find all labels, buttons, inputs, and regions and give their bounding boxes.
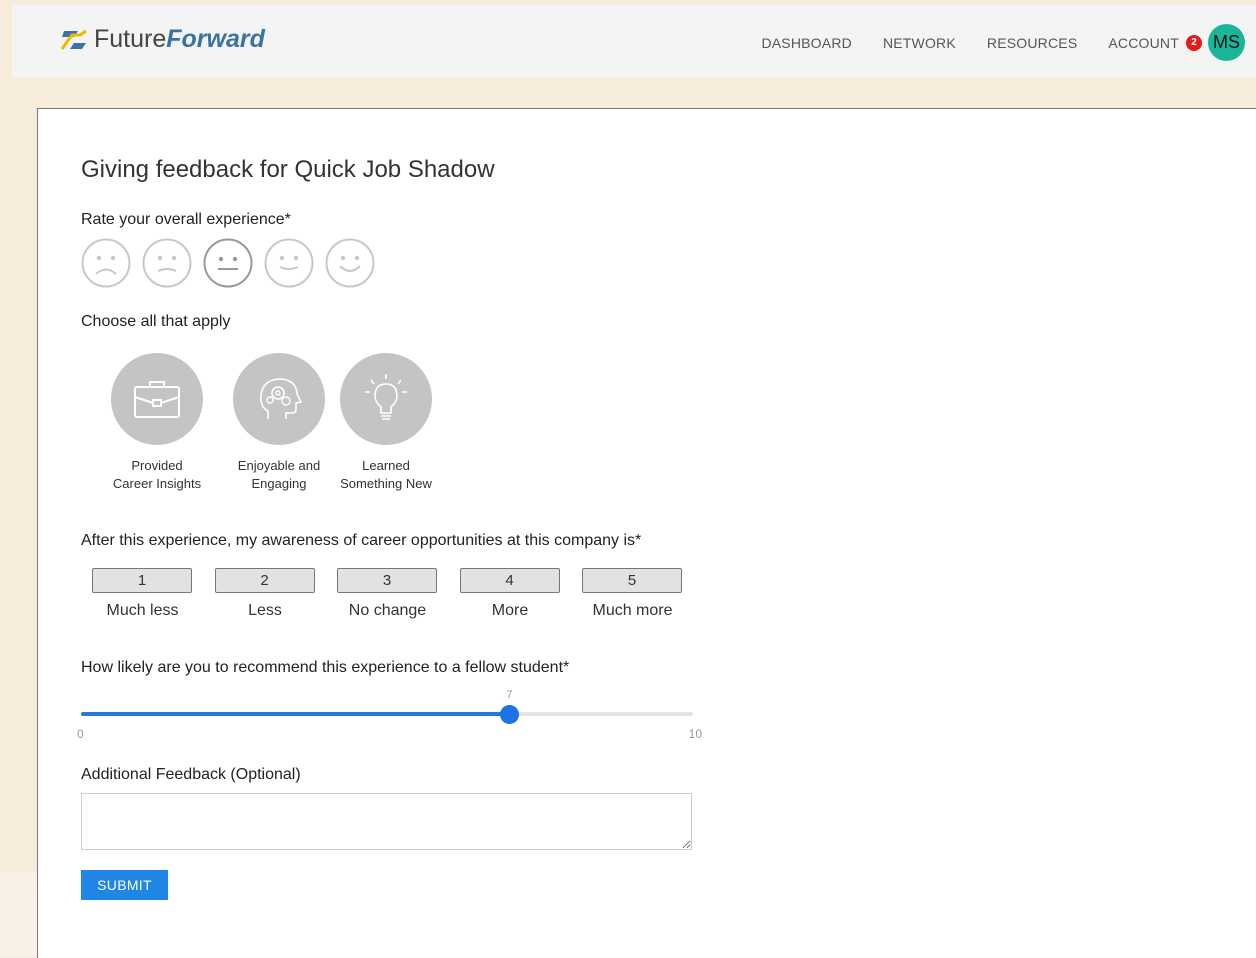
notification-badge[interactable]: 2 [1186, 34, 1202, 51]
slider-max-label: 10 [688, 727, 702, 741]
recommend-label: How likely are you to recommend this exp… [81, 659, 570, 676]
option-label-line2: Something New [340, 476, 432, 491]
option-label-line1: Provided [131, 458, 183, 473]
option-circle[interactable] [233, 353, 325, 445]
additional-feedback-label: Additional Feedback (Optional) [81, 766, 301, 783]
brand-logo[interactable]: Future Forward [60, 25, 265, 54]
option-circle[interactable] [340, 353, 432, 445]
rating-faces [81, 238, 386, 288]
background-edge-glyph [0, 75, 14, 115]
scale-item: 2 Less [214, 568, 316, 620]
option-enjoyable-engaging[interactable]: Enjoyable and Engaging [218, 353, 340, 493]
option-career-insights[interactable]: Provided Career Insights [96, 353, 218, 493]
additional-feedback-input[interactable] [81, 793, 692, 850]
lightbulb-icon [365, 374, 407, 420]
scale-caption: More [491, 602, 529, 619]
avatar[interactable]: MS [1208, 24, 1245, 61]
scale-button-1[interactable]: 1 [92, 568, 192, 593]
scale-button-5[interactable]: 5 [582, 568, 682, 593]
rating-label: Rate your overall experience* [81, 211, 291, 228]
option-label: Learned Something New [325, 457, 447, 493]
happy-face-icon[interactable] [325, 238, 375, 288]
option-circle[interactable] [111, 353, 203, 445]
option-label-line1: Learned [362, 458, 410, 473]
main-nav: DASHBOARD NETWORK RESOURCES ACCOUNT 2 MS [730, 24, 1245, 61]
feedback-form-panel: Giving feedback for Quick Job Shadow Rat… [37, 108, 1256, 958]
brand-name-part1: Future [94, 25, 167, 53]
scale-caption: Much more [592, 602, 673, 619]
awareness-label: After this experience, my awareness of c… [81, 532, 642, 549]
head-gears-icon [260, 378, 302, 419]
page-title: Giving feedback for Quick Job Shadow [81, 156, 495, 183]
scale-item: 4 More [459, 568, 561, 620]
awareness-scale: 1 Much less 2 Less 3 No change 4 More 5 … [92, 568, 705, 620]
nav-dashboard[interactable]: DASHBOARD [761, 35, 851, 51]
nav-account[interactable]: ACCOUNT [1108, 35, 1179, 51]
scale-item: 1 Much less [92, 568, 193, 620]
choose-label: Choose all that apply [81, 313, 231, 330]
scale-caption: No change [348, 602, 427, 619]
slider-fill [81, 712, 510, 716]
background-edge-panel [0, 872, 38, 957]
slider-thumb[interactable] [500, 705, 520, 724]
sad-face-icon[interactable] [142, 238, 192, 288]
scale-caption: Less [248, 602, 282, 619]
briefcase-icon [134, 381, 180, 418]
scale-button-4[interactable]: 4 [459, 568, 560, 593]
recommend-slider[interactable]: 7 0 10 [77, 689, 702, 742]
smile-face-icon[interactable] [264, 238, 314, 288]
nav-network[interactable]: NETWORK [883, 35, 956, 51]
top-nav-bar: Future Forward DASHBOARD NETWORK RESOURCE… [12, 5, 1256, 78]
slider-value-label: 7 [506, 689, 513, 701]
option-label: Enjoyable and Engaging [218, 457, 340, 493]
future-forward-logo-icon [60, 29, 87, 50]
option-label-line2: Career Insights [112, 476, 202, 491]
scale-item: 3 No change [337, 568, 438, 620]
neutral-face-icon[interactable] [203, 238, 253, 288]
brand-name-part2: Forward [166, 25, 265, 53]
scale-caption: Much less [106, 602, 179, 619]
submit-button[interactable]: SUBMIT [81, 870, 168, 900]
option-label: Provided Career Insights [96, 457, 218, 493]
option-label-line1: Enjoyable and [237, 458, 321, 473]
very-sad-face-icon[interactable] [81, 238, 131, 288]
slider-min-label: 0 [77, 727, 84, 741]
nav-resources[interactable]: RESOURCES [987, 35, 1077, 51]
option-label-line2: Engaging [251, 476, 307, 491]
option-learned-something-new[interactable]: Learned Something New [325, 353, 447, 493]
scale-button-2[interactable]: 2 [214, 568, 315, 593]
scale-item: 5 Much more [582, 568, 683, 620]
scale-button-3[interactable]: 3 [337, 568, 437, 593]
choose-options: Provided Career Insights Enjoyable and E… [96, 353, 447, 493]
